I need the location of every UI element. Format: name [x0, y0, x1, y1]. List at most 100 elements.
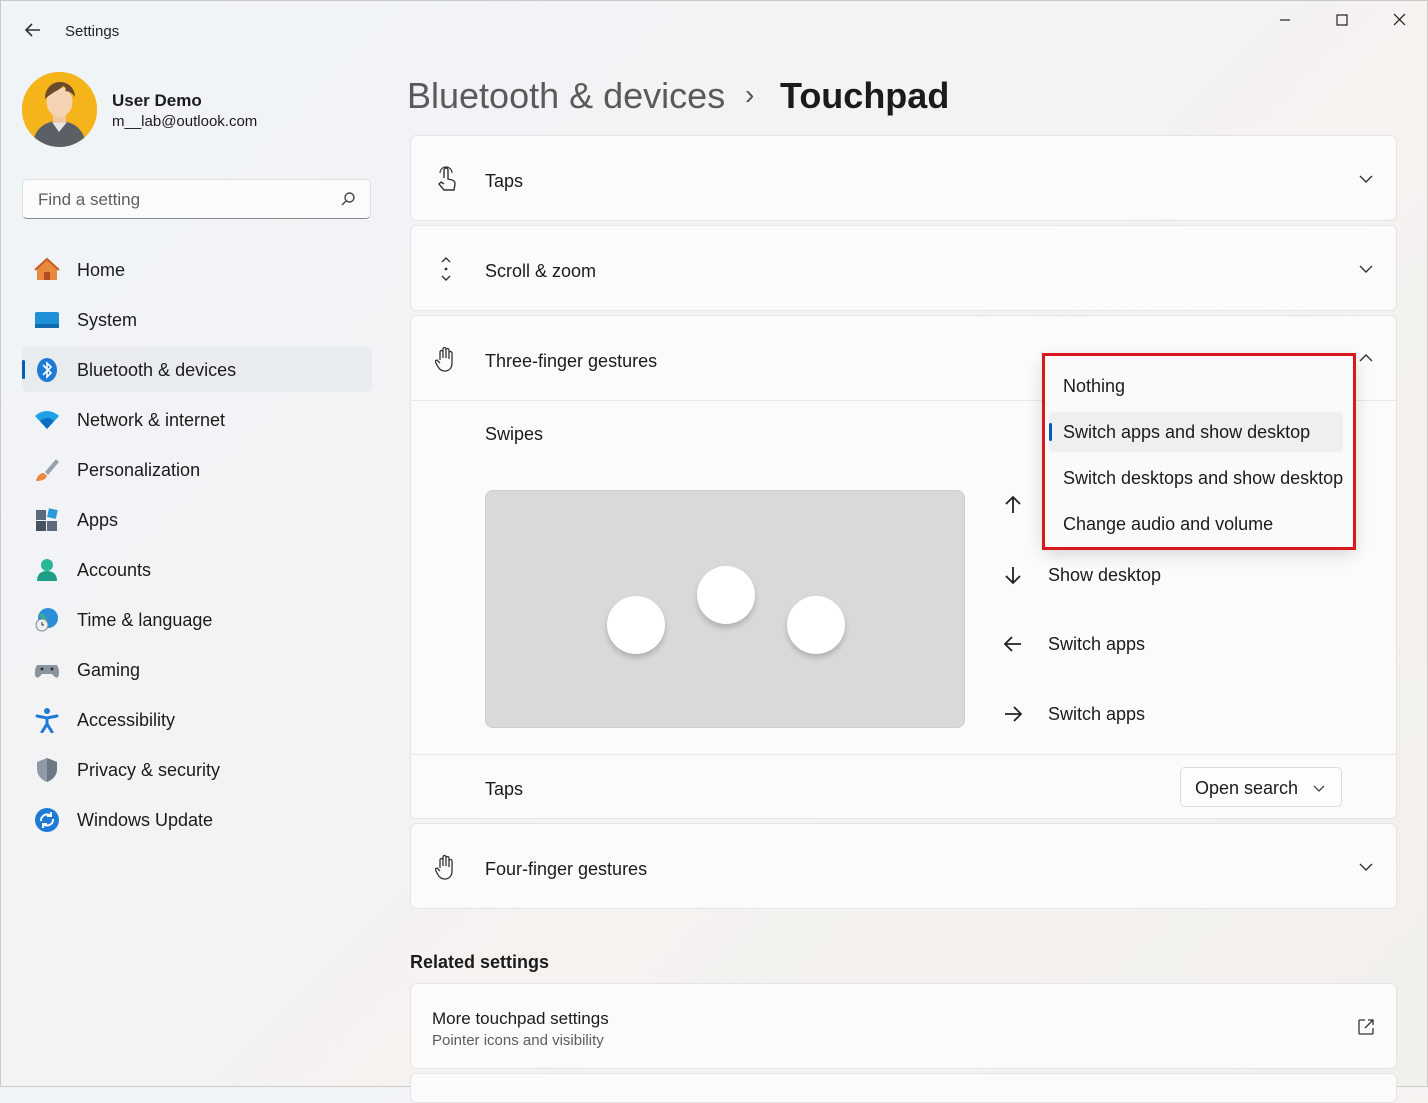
avatar[interactable] — [22, 72, 97, 147]
sidebar-item-personalization[interactable]: Personalization — [22, 447, 372, 492]
swipe-right-action: Switch apps — [1048, 704, 1146, 724]
avatar-image — [22, 72, 97, 147]
three-finger-taps-value: Open search — [1195, 778, 1299, 798]
dropdown-option-switch-desktops[interactable]: Switch desktops and show desktop — [1049, 458, 1343, 498]
minimize-button[interactable] — [1263, 9, 1307, 35]
hand-icon — [435, 346, 453, 372]
arrow-left-icon — [1003, 636, 1021, 652]
scroll-zoom-label: Scroll & zoom — [485, 261, 597, 281]
scroll-icon — [441, 257, 451, 281]
sidebar-item-privacy-security[interactable]: Privacy & security — [22, 747, 372, 792]
search-icon[interactable] — [340, 191, 356, 207]
sidebar-item-apps[interactable]: Apps — [22, 497, 372, 542]
sidebar-item-label: Accounts — [77, 560, 152, 580]
breadcrumb-parent[interactable]: Bluetooth & devices — [407, 75, 725, 117]
three-finger-taps-row: Taps Open search — [411, 755, 1396, 819]
sidebar-item-label: Gaming — [77, 660, 141, 680]
close-button[interactable] — [1377, 9, 1421, 35]
sidebar-item-bluetooth-devices[interactable]: Bluetooth & devices — [22, 347, 372, 392]
swipe-left-action: Switch apps — [1048, 634, 1146, 654]
sidebar-item-label: Bluetooth & devices — [77, 360, 237, 380]
sidebar-item-accounts[interactable]: Accounts — [22, 547, 372, 592]
swipe-up-dropdown: Nothing Switch apps and show desktop Swi… — [1044, 355, 1354, 547]
bluetooth-icon — [37, 358, 57, 382]
sidebar-nav: Home System Bluetooth & devices Network … — [22, 247, 372, 847]
search-input[interactable] — [36, 180, 340, 220]
sidebar-item-accessibility[interactable]: Accessibility — [22, 697, 372, 742]
sidebar-item-network[interactable]: Network & internet — [22, 397, 372, 442]
more-touchpad-settings-link[interactable]: More touchpad settings Pointer icons and… — [410, 983, 1397, 1069]
dropdown-option-switch-apps[interactable]: Switch apps and show desktop — [1049, 412, 1343, 452]
back-button[interactable] — [19, 21, 47, 45]
arrow-up-icon — [1005, 495, 1021, 513]
hand-icon — [435, 854, 453, 880]
finger-dot — [607, 596, 665, 654]
settings-window: Settings User Demo m__lab@outlook.com Fi… — [0, 0, 1428, 1103]
search-box[interactable] — [22, 179, 371, 220]
swipe-down-action: Show desktop — [1048, 565, 1162, 585]
chevron-up-icon[interactable] — [1358, 350, 1374, 366]
finger-dot — [787, 596, 845, 654]
sidebar-item-label: Network & internet — [77, 410, 226, 430]
dropdown-option-nothing[interactable]: Nothing — [1049, 366, 1343, 406]
taps-label: Taps — [485, 171, 524, 191]
related-settings-heading: Related settings — [410, 952, 550, 972]
wifi-icon — [35, 411, 59, 429]
sidebar-item-windows-update[interactable]: Windows Update — [22, 797, 372, 842]
apps-icon — [36, 508, 58, 531]
title-bar: Settings — [1, 1, 1427, 63]
sidebar-item-label: Privacy & security — [77, 760, 221, 780]
sidebar-item-time-language[interactable]: Time & language — [22, 597, 372, 642]
sidebar-item-label: Home — [77, 260, 126, 280]
sidebar-item-label: Windows Update — [77, 810, 214, 830]
user-name: User Demo — [112, 91, 202, 110]
close-icon — [1393, 13, 1405, 26]
four-finger-label: Four-finger gestures — [485, 859, 648, 879]
sidebar-item-label: Time & language — [77, 610, 213, 630]
three-finger-label: Three-finger gestures — [485, 351, 658, 371]
gamepad-icon — [34, 665, 60, 678]
page-title: Touchpad — [780, 75, 950, 116]
back-arrow-icon — [24, 23, 40, 37]
dropdown-option-label: Switch apps and show desktop — [1063, 422, 1311, 442]
taps-card[interactable]: Taps — [410, 135, 1397, 221]
user-email: m__lab@outlook.com — [112, 113, 258, 130]
sidebar-item-label: System — [77, 310, 138, 330]
minimize-icon — [1280, 19, 1290, 21]
accounts-icon — [37, 559, 57, 581]
dropdown-option-label: Change audio and volume — [1063, 514, 1274, 534]
home-icon — [34, 257, 60, 280]
chevron-down-icon[interactable] — [1358, 261, 1374, 277]
sidebar-item-label: Apps — [77, 510, 119, 530]
sidebar-item-label: Accessibility — [77, 710, 176, 730]
sidebar-item-home[interactable]: Home — [22, 247, 372, 292]
dropdown-option-change-audio[interactable]: Change audio and volume — [1049, 504, 1343, 544]
scroll-zoom-card[interactable]: Scroll & zoom — [410, 225, 1397, 311]
three-finger-taps-select[interactable]: Open search — [1180, 767, 1342, 807]
shield-icon — [37, 758, 57, 782]
sidebar-item-label: Personalization — [77, 460, 201, 480]
sidebar-item-gaming[interactable]: Gaming — [22, 647, 372, 692]
breadcrumb-separator: › — [745, 79, 755, 110]
next-related-card[interactable] — [410, 1073, 1397, 1103]
dropdown-option-label: Switch desktops and show desktop — [1063, 468, 1344, 488]
dropdown-option-label: Nothing — [1063, 376, 1126, 396]
brush-icon — [36, 459, 59, 481]
arrow-right-icon — [1005, 706, 1023, 722]
update-icon — [35, 808, 59, 832]
swipes-label: Swipes — [485, 424, 544, 444]
tap-icon — [438, 166, 456, 191]
maximize-button[interactable] — [1320, 9, 1364, 35]
system-icon — [35, 312, 59, 328]
window-title: Settings — [65, 23, 120, 40]
chevron-down-icon[interactable] — [1358, 859, 1374, 875]
touchpad-illustration — [485, 490, 965, 728]
chevron-down-icon — [1313, 785, 1325, 792]
sidebar-item-system[interactable]: System — [22, 297, 372, 342]
accessibility-icon — [35, 708, 59, 733]
more-touchpad-subtitle: Pointer icons and visibility — [432, 1032, 604, 1049]
four-finger-card[interactable]: Four-finger gestures — [410, 823, 1397, 909]
maximize-icon — [1336, 14, 1348, 26]
chevron-down-icon[interactable] — [1358, 171, 1374, 187]
external-link-icon — [1358, 1019, 1374, 1035]
